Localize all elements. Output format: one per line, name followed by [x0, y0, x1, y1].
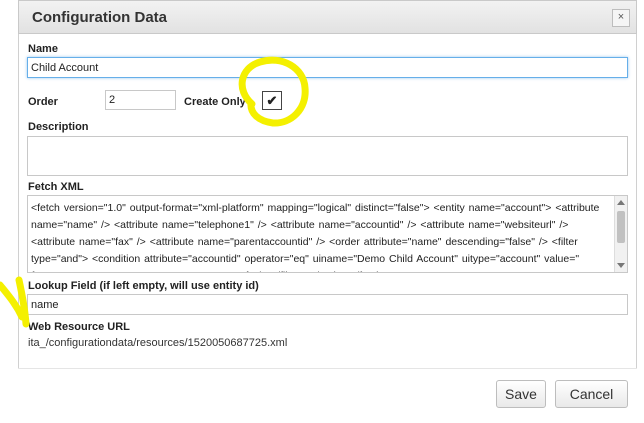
name-label: Name: [28, 43, 58, 55]
scroll-up-icon[interactable]: [617, 200, 625, 205]
lookup-field-label: Lookup Field (if left empty, will use en…: [28, 280, 259, 292]
create-only-label: Create Only: [184, 96, 246, 108]
dialog-titlebar: Configuration Data ×: [18, 0, 637, 34]
scroll-down-icon[interactable]: [617, 263, 625, 268]
dialog-title: Configuration Data: [32, 9, 167, 26]
create-only-checkbox[interactable]: ✔: [262, 91, 282, 110]
web-resource-url-label: Web Resource URL: [28, 321, 130, 333]
scrollbar-thumb[interactable]: [617, 211, 625, 243]
fetch-xml-scrollbar[interactable]: [614, 196, 627, 272]
lookup-field-input[interactable]: [27, 294, 628, 315]
dialog-left-border: [18, 34, 19, 423]
order-input[interactable]: [105, 90, 176, 110]
name-input[interactable]: [27, 57, 628, 78]
dialog-right-border: [636, 34, 637, 423]
fetch-xml-textarea[interactable]: <fetch version="1.0" output-format="xml-…: [27, 195, 628, 273]
configuration-dialog: Configuration Data × Name Order Create O…: [0, 0, 644, 423]
check-annotation-mark: [0, 276, 30, 328]
fetch-xml-label: Fetch XML: [28, 181, 84, 193]
description-textarea[interactable]: [27, 136, 628, 176]
description-label: Description: [28, 121, 89, 133]
check-icon: ✔: [266, 93, 278, 108]
dialog-footer: Save Cancel: [18, 369, 637, 423]
fetch-xml-content: <fetch version="1.0" output-format="xml-…: [31, 202, 600, 272]
web-resource-url-value: ita_/configurationdata/resources/1520050…: [28, 337, 288, 349]
close-icon[interactable]: ×: [612, 9, 630, 27]
order-label: Order: [28, 96, 58, 108]
cancel-button[interactable]: Cancel: [555, 380, 628, 408]
save-button[interactable]: Save: [496, 380, 546, 408]
